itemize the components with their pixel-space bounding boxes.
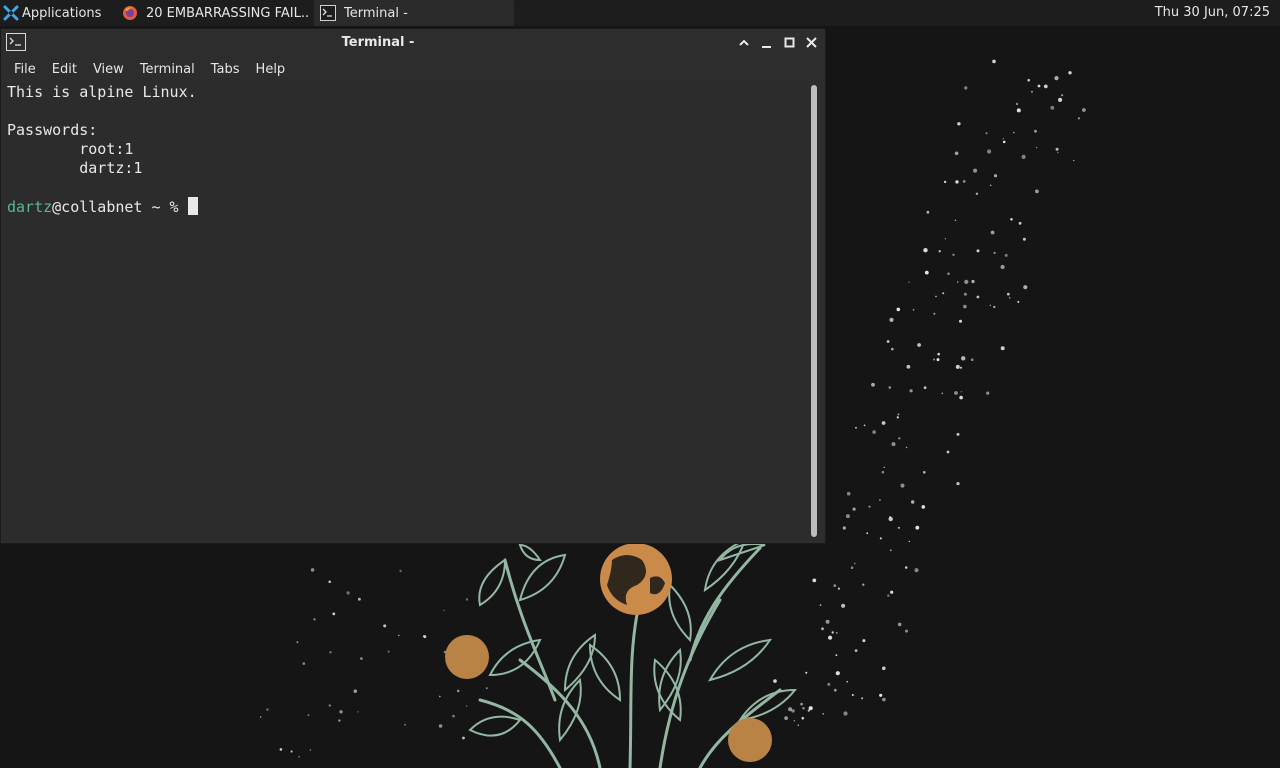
top-panel: Applications 20 EMBARRASSING FAIL... Ter… xyxy=(0,0,1280,26)
terminal-output[interactable]: This is alpine Linux. Passwords: root:1 … xyxy=(2,83,806,541)
menu-file[interactable]: File xyxy=(6,57,44,83)
terminal-line: root:1 xyxy=(7,140,134,158)
prompt-host: @collabnet ~ % xyxy=(52,198,188,216)
terminal-line: This is alpine Linux. xyxy=(7,83,197,101)
menu-terminal[interactable]: Terminal xyxy=(132,57,203,83)
terminal-line: Passwords: xyxy=(7,121,98,139)
terminal-line: dartz:1 xyxy=(7,159,143,177)
shell-prompt[interactable]: dartz@collabnet ~ % xyxy=(7,197,198,216)
menu-tabs[interactable]: Tabs xyxy=(203,57,248,83)
xfce-logo-icon xyxy=(3,5,19,21)
scrollbar-thumb[interactable] xyxy=(811,85,817,537)
window-title: Terminal - xyxy=(341,35,415,50)
firefox-icon xyxy=(123,6,137,20)
taskbar-item-browser[interactable]: 20 EMBARRASSING FAIL... xyxy=(116,0,314,26)
menu-edit[interactable]: Edit xyxy=(44,57,85,83)
taskbar-item-label: Terminal - xyxy=(344,5,408,21)
text-cursor xyxy=(187,197,198,215)
window-titlebar[interactable]: Terminal - xyxy=(1,29,825,57)
taskbar-item-terminal[interactable]: Terminal - xyxy=(314,0,514,26)
taskbar-item-label: 20 EMBARRASSING FAIL... xyxy=(146,5,308,21)
terminal-icon xyxy=(320,5,336,21)
prompt-user: dartz xyxy=(7,198,53,216)
shade-icon[interactable] xyxy=(736,35,752,51)
close-icon[interactable] xyxy=(804,35,820,51)
terminal-window: Terminal - File Edit View Terminal Tabs … xyxy=(0,28,826,544)
minimize-icon[interactable] xyxy=(759,35,775,51)
clock[interactable]: Thu 30 Jun, 07:25 xyxy=(1155,0,1270,26)
maximize-icon[interactable] xyxy=(782,35,798,51)
applications-menu-button[interactable]: Applications xyxy=(0,0,116,26)
scrollbar[interactable] xyxy=(809,85,819,539)
menu-view[interactable]: View xyxy=(85,57,132,83)
menu-bar: File Edit View Terminal Tabs Help xyxy=(1,57,825,83)
menu-help[interactable]: Help xyxy=(248,57,294,83)
applications-label: Applications xyxy=(22,5,102,21)
